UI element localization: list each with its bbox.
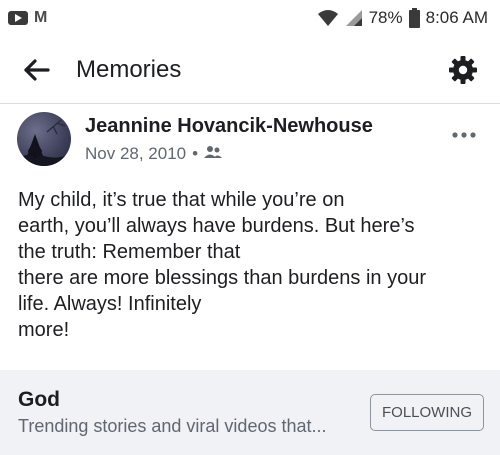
separator-dot: • — [192, 143, 199, 163]
post-text: My child, it’s true that while you’re on… — [18, 189, 427, 341]
gear-icon[interactable] — [446, 53, 480, 87]
page-card-text: God Trending stories and viral videos th… — [18, 388, 370, 437]
page-card[interactable]: God Trending stories and viral videos th… — [0, 370, 500, 455]
post-date[interactable]: Nov 28, 2010 — [85, 144, 186, 164]
app-bar: Memories — [0, 36, 500, 104]
status-bar: M 78% 8:06 AM — [0, 0, 500, 36]
notification-icons: M — [8, 10, 47, 26]
post-header: Jeannine Hovancik-Newhouse Nov 28, 2010 … — [0, 104, 500, 174]
page-description: Trending stories and viral videos that..… — [18, 416, 327, 436]
back-arrow-icon[interactable] — [20, 53, 54, 87]
system-status: 78% 8:06 AM — [317, 8, 488, 28]
author-name[interactable]: Jeannine Hovancik-Newhouse — [85, 115, 373, 138]
wifi-icon — [317, 9, 339, 27]
post-meta: Jeannine Hovancik-Newhouse Nov 28, 2010 … — [85, 115, 373, 164]
page-name[interactable]: God — [18, 388, 370, 412]
battery-percent: 78% — [368, 8, 403, 27]
memories-screen: M 78% 8:06 AM Memories Jeannine Hovancik… — [0, 0, 500, 455]
post-date-row: Nov 28, 2010 • — [85, 144, 373, 164]
page-title: Memories — [76, 55, 182, 83]
more-icon[interactable] — [452, 118, 476, 144]
battery-icon — [408, 8, 420, 28]
gmail-icon: M — [34, 9, 48, 26]
signal-icon — [345, 9, 363, 27]
friends-icon — [204, 144, 223, 164]
avatar[interactable] — [17, 112, 71, 166]
clock: 8:06 AM — [425, 8, 488, 27]
following-button[interactable]: FOLLOWING — [369, 394, 484, 431]
youtube-icon — [8, 11, 28, 25]
